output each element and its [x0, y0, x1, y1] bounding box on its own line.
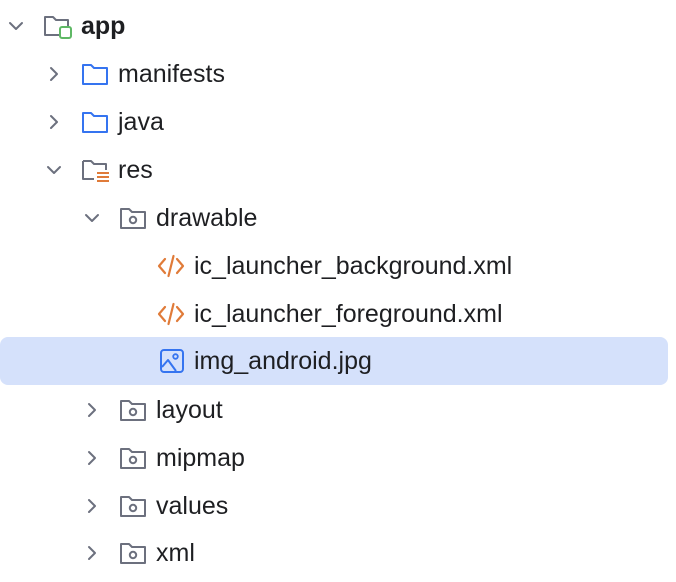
package-folder-icon	[120, 496, 146, 517]
tree-item-manifests[interactable]: manifests	[0, 50, 676, 98]
package-folder-icon	[120, 448, 146, 469]
tree-item-label: manifests	[118, 60, 225, 88]
chevron-right-icon[interactable]	[82, 543, 102, 563]
tree-item-xml[interactable]: xml	[0, 529, 676, 577]
xml-file-icon	[157, 254, 185, 278]
tree-item-label: mipmap	[156, 444, 245, 472]
folder-icon	[82, 112, 108, 133]
tree-item-app[interactable]: app	[0, 2, 676, 50]
tree-item-label: values	[156, 492, 229, 520]
tree-item-mipmap[interactable]: mipmap	[0, 434, 676, 482]
module-folder-icon	[44, 16, 72, 39]
image-file-icon	[160, 349, 184, 373]
tree-item-label: res	[118, 156, 153, 184]
project-tree: app manifests java res drawable ic_launc…	[0, 0, 676, 582]
tree-item-label: layout	[156, 396, 223, 424]
tree-item-values[interactable]: values	[0, 482, 676, 530]
chevron-right-icon[interactable]	[82, 400, 102, 420]
chevron-right-icon[interactable]	[82, 496, 102, 516]
chevron-down-icon[interactable]	[6, 16, 26, 36]
chevron-down-icon[interactable]	[44, 160, 64, 180]
tree-item-res[interactable]: res	[0, 146, 676, 194]
tree-item-label: xml	[156, 539, 195, 567]
package-folder-icon	[120, 400, 146, 421]
tree-item-label: img_android.jpg	[194, 347, 372, 375]
chevron-down-icon[interactable]	[82, 208, 102, 228]
package-folder-icon	[120, 208, 146, 229]
chevron-right-icon[interactable]	[44, 112, 64, 132]
resources-folder-icon	[82, 160, 109, 182]
package-folder-icon	[120, 543, 146, 564]
xml-file-icon	[157, 302, 185, 326]
chevron-right-icon[interactable]	[82, 448, 102, 468]
chevron-right-icon[interactable]	[44, 64, 64, 84]
tree-item-drawable[interactable]: drawable	[0, 194, 676, 242]
tree-item-ic-launcher-background[interactable]: ic_launcher_background.xml	[0, 242, 676, 290]
folder-icon	[82, 64, 108, 85]
tree-item-ic-launcher-foreground[interactable]: ic_launcher_foreground.xml	[0, 290, 676, 338]
tree-item-label: java	[118, 108, 164, 136]
tree-item-label: drawable	[156, 204, 258, 232]
tree-item-label: app	[81, 12, 126, 40]
tree-item-label: ic_launcher_foreground.xml	[194, 300, 503, 328]
tree-item-label: ic_launcher_background.xml	[194, 252, 513, 280]
tree-item-java[interactable]: java	[0, 98, 676, 146]
tree-item-layout[interactable]: layout	[0, 386, 676, 434]
tree-item-img-android[interactable]: img_android.jpg	[0, 337, 676, 385]
